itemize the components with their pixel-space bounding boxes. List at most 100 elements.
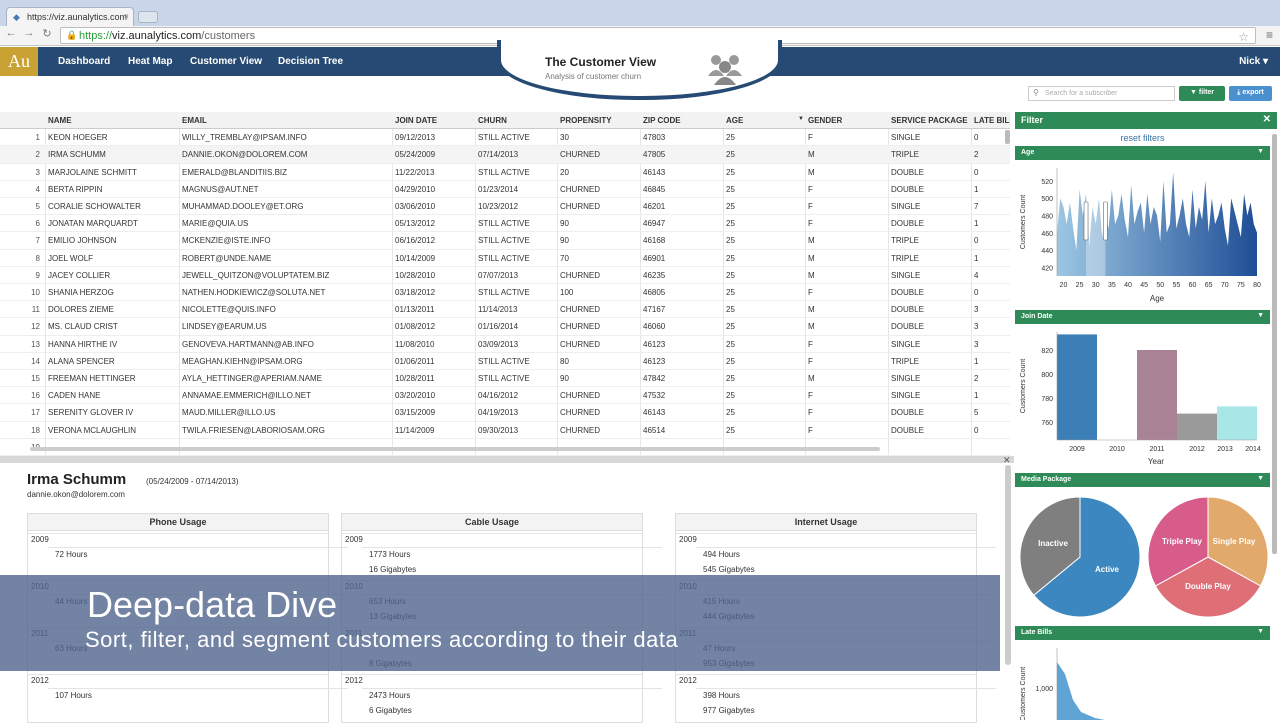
column-header[interactable]: GENDER <box>808 116 885 125</box>
search-input[interactable]: ⚲ Search for a subscriber <box>1028 86 1175 101</box>
table-row[interactable]: 5 CORALIE SCHOWALTER MUHAMMAD.DOOLEY@ET.OR… <box>0 198 1010 216</box>
column-header[interactable]: AGE <box>726 116 802 125</box>
table-cell: F <box>808 133 813 143</box>
table-vertical-scrollbar[interactable] <box>1005 130 1010 144</box>
join-year-bar[interactable] <box>1217 406 1257 440</box>
table-cell: BERTA RIPPIN <box>48 184 103 194</box>
detail-scrollbar[interactable] <box>1005 465 1011 665</box>
filter-section-late-bills[interactable]: Late Bills ▼ <box>1015 626 1270 640</box>
back-icon[interactable]: ← <box>4 27 18 43</box>
join-year-bar[interactable] <box>1057 334 1097 440</box>
table-cell: LINDSEY@EARUM.US <box>182 322 267 332</box>
usage-value: 1773 Hours <box>369 550 411 559</box>
column-header[interactable]: CHURN <box>478 116 554 125</box>
table-row[interactable]: 1 KEON HOEGER WILLY_TREMBLAY@IPSAM.INFO 09/… <box>0 129 1010 147</box>
table-cell: 01/16/2014 <box>478 322 519 332</box>
forward-icon[interactable]: → <box>22 27 36 43</box>
join-year-bar[interactable] <box>1137 350 1177 440</box>
table-cell: M <box>808 322 815 332</box>
late-bills-chart[interactable]: 1,000 Customers Count <box>1015 642 1270 720</box>
filter-button[interactable]: ▼ filter <box>1179 86 1225 101</box>
column-header[interactable]: SERVICE PACKAGE <box>891 116 968 125</box>
table-cell: M <box>808 374 815 383</box>
brush-selection[interactable] <box>1086 168 1106 276</box>
table-cell: F <box>808 408 813 418</box>
chevron-down-icon: ▼ <box>1257 148 1264 155</box>
new-tab-button[interactable] <box>138 11 158 23</box>
reload-icon[interactable]: ↻ <box>40 27 54 43</box>
column-header[interactable]: NAME <box>48 116 176 125</box>
table-row[interactable]: 10 SHANIA HERZOG NATHEN.HODKIEWICZ@SOLUTA.… <box>0 284 1010 302</box>
close-filter-icon[interactable]: ✕ <box>1263 114 1271 125</box>
url-scheme: https:// <box>79 30 113 42</box>
filter-section-join-date[interactable]: Join Date ▼ <box>1015 310 1270 324</box>
table-cell: EMERALD@BLANDITIIS.BIZ <box>182 167 288 177</box>
table-cell: VERONA MCLAUGHLIN <box>48 425 137 435</box>
nav-decision-tree[interactable]: Decision Tree <box>278 56 343 67</box>
table-cell: 25 <box>726 133 735 143</box>
table-cell: CHURNED <box>560 408 600 418</box>
table-row[interactable]: 15 FREEMAN HETTINGER AYLA_HETTINGER@APERIA… <box>0 370 1010 388</box>
table-cell: M <box>808 236 815 246</box>
join-year-bar[interactable] <box>1177 413 1217 440</box>
table-cell: 4 <box>974 270 979 280</box>
column-header[interactable]: EMAIL <box>182 116 389 125</box>
table-row[interactable]: 2 IRMA SCHUMM DANNIE.OKON@DOLOREM.COM 05/24… <box>0 146 1010 164</box>
usage-value: 16 Gigabytes <box>369 565 417 574</box>
nav-dashboard[interactable]: Dashboard <box>58 56 110 67</box>
y-tick-label: 480 <box>1041 214 1053 221</box>
brush-handle[interactable] <box>1103 201 1108 241</box>
x-tick-label: 40 <box>1124 282 1132 289</box>
table-row[interactable]: 17 SERENITY GLOVER IV MAUD.MILLER@ILLO.US 0… <box>0 404 1010 422</box>
column-header[interactable]: ZIP CODE <box>643 116 720 125</box>
table-row[interactable]: 16 CADEN HANE ANNAMAE.EMMERICH@ILLO.NET 03/… <box>0 387 1010 405</box>
join-date-chart[interactable]: 760 780 800 820 2009 2010 2011 2012 2013 2014 Year… <box>1015 326 1270 470</box>
table-row[interactable]: 11 DOLORES ZIEME NICOLETTE@QUIS.INFO 01/13/… <box>0 301 1010 319</box>
age-chart[interactable]: 420 440 460 480 500 520 20 25 30 35 40 45 50 55 60 65 70… <box>1015 162 1270 306</box>
nav-customer-view[interactable]: Customer View <box>190 56 262 67</box>
reset-filters-link[interactable]: reset filters <box>1015 133 1270 143</box>
table-row[interactable]: 12 MS. CLAUD CRIST LINDSEY@EARUM.US 01/08/2… <box>0 318 1010 336</box>
filter-section-media-package[interactable]: Media Package ▼ <box>1015 473 1270 487</box>
table-cell: CHURNED <box>560 339 600 349</box>
column-header[interactable]: PROPENSITY <box>560 116 637 125</box>
export-button[interactable]: ⤓ export <box>1229 86 1272 101</box>
table-row[interactable]: 14 ALANA SPENCER MEAGHAN.KIEHN@IPSAM.ORG 01… <box>0 353 1010 370</box>
table-row[interactable]: 6 JONATAN MARQUARDT MARIE@QUIA.US 05/13/201… <box>0 215 1010 233</box>
filter-section-age[interactable]: Age ▼ <box>1015 146 1270 160</box>
table-cell: 07/07/2013 <box>478 270 519 280</box>
bookmark-star-icon[interactable]: ☆ <box>1238 30 1249 44</box>
column-header[interactable]: JOIN DATE <box>395 116 472 125</box>
y-axis-label: Customers Count <box>1020 359 1027 414</box>
table-cell: 90 <box>560 219 569 229</box>
close-tab-icon[interactable]: × <box>124 11 129 21</box>
table-row[interactable]: 18 VERONA MCLAUGHLIN TWILA.FRIESEN@LABORIO… <box>0 422 1010 439</box>
column-header[interactable]: LATE BILLS <box>974 116 1010 125</box>
table-cell: SHANIA HERZOG <box>48 288 114 297</box>
table-row[interactable]: 4 BERTA RIPPIN MAGNUS@AUT.NET 04/29/2010 01/… <box>0 181 1010 198</box>
panel-splitter[interactable] <box>0 456 1014 463</box>
table-row[interactable]: 8 JOEL WOLF ROBERT@UNDE.NAME 10/14/2009 STIL… <box>0 250 1010 267</box>
table-cell: STILL ACTIVE <box>478 374 530 383</box>
user-menu[interactable]: Nick ▾ <box>1239 56 1268 67</box>
nav-heat-map[interactable]: Heat Map <box>128 56 172 67</box>
logo[interactable]: Au <box>0 47 38 76</box>
media-package-chart[interactable]: Active Inactive Single Play Double Play Trip… <box>1015 489 1270 623</box>
horizontal-scrollbar[interactable] <box>30 447 880 451</box>
brush-handle[interactable] <box>1083 201 1089 241</box>
table-cell: 10/28/2011 <box>395 374 435 383</box>
x-tick-label: 50 <box>1156 282 1164 289</box>
filter-scrollbar[interactable] <box>1272 134 1277 554</box>
table-row[interactable]: 13 HANNA HIRTHE IV GENOVEVA.HARTMANN@AB.IN… <box>0 336 1010 353</box>
browser-tab[interactable]: ◆ https://viz.aunalytics.com × <box>6 7 134 26</box>
sort-desc-icon[interactable]: ▼ <box>798 116 804 122</box>
table-cell: 25 <box>726 202 735 211</box>
usage-value: 398 Hours <box>703 691 740 700</box>
table-row[interactable]: 9 JACEY COLLIER JEWELL_QUITZON@VOLUPTATEM.… <box>0 267 1010 284</box>
table-cell: 01/06/2011 <box>395 356 435 366</box>
table-row[interactable]: 3 MARJOLAINE SCHMITT EMERALD@BLANDITIIS.BI… <box>0 164 1010 181</box>
table-cell: TWILA.FRIESEN@LABORIOSAM.ORG <box>182 425 325 435</box>
table-row[interactable]: 7 EMILIO JOHNSON MCKENZIE@ISTE.INFO 06/16/2… <box>0 232 1010 250</box>
table-cell: 1 <box>974 391 979 401</box>
browser-menu-icon[interactable]: ≡ <box>1266 28 1273 42</box>
